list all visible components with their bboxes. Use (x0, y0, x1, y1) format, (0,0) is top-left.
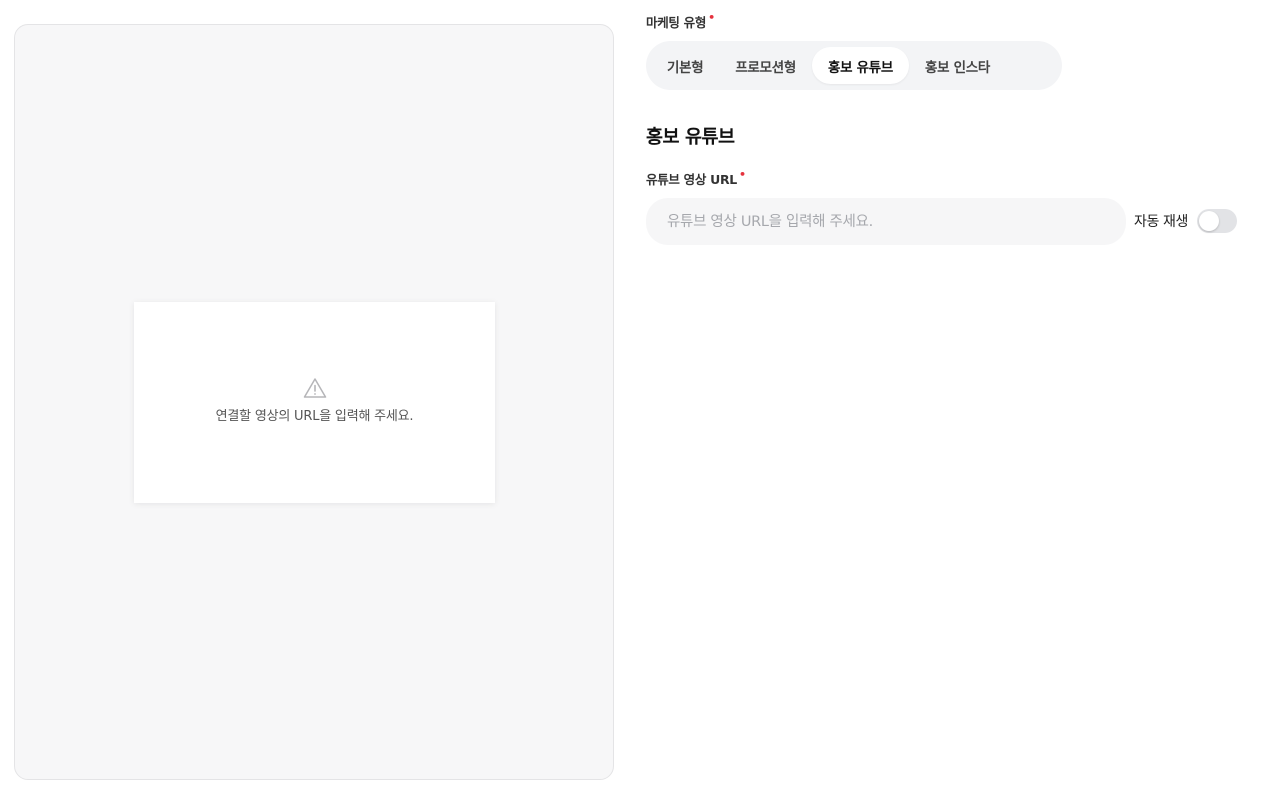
autoplay-toggle[interactable] (1197, 209, 1237, 233)
required-mark: • (708, 11, 715, 24)
tab-promo-youtube[interactable]: 홍보 유튜브 (811, 47, 909, 84)
marketing-form: 마케팅 유형 • 기본형 프로모션형 홍보 유튜브 홍보 인스타 홍보 유튜브 유… (646, 0, 1266, 796)
autoplay-label: 자동 재생 (1134, 214, 1188, 230)
preview-message: 연결할 영상의 URL을 입력해 주세요. (215, 409, 414, 424)
toggle-knob (1199, 211, 1219, 231)
video-preview-card: 연결할 영상의 URL을 입력해 주세요. (134, 302, 495, 503)
warning-icon (303, 378, 326, 398)
youtube-url-label-text: 유튜브 영상 URL (646, 172, 737, 187)
youtube-url-input[interactable] (646, 198, 1126, 245)
tab-basic[interactable]: 기본형 (651, 47, 719, 84)
youtube-url-label: 유튜브 영상 URL • (646, 168, 746, 188)
preview-panel: 연결할 영상의 URL을 입력해 주세요. (14, 24, 614, 780)
marketing-type-label: 마케팅 유형 • (646, 11, 715, 31)
section-title: 홍보 유튜브 (646, 127, 735, 148)
marketing-type-segmented-control: 기본형 프로모션형 홍보 유튜브 홍보 인스타 (646, 41, 1062, 90)
required-mark: • (738, 168, 746, 181)
marketing-type-label-text: 마케팅 유형 (646, 15, 707, 30)
tab-promotion[interactable]: 프로모션형 (719, 47, 812, 84)
tab-promo-instagram[interactable]: 홍보 인스타 (909, 47, 1006, 84)
